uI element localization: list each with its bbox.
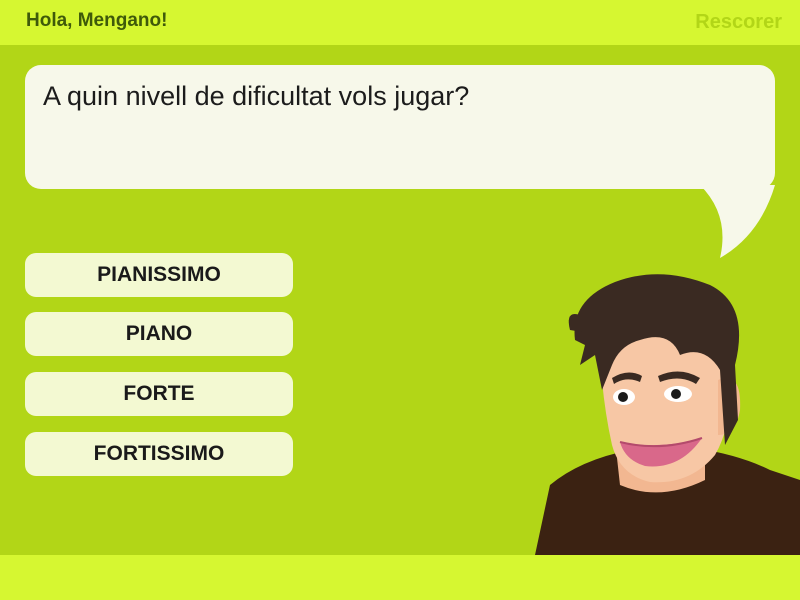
option-fortissimo-button[interactable]: FORTISSIMO [25,432,293,476]
option-pianissimo-button[interactable]: PIANISSIMO [25,253,293,297]
speech-bubble: A quin nivell de dificultat vols jugar? [25,65,775,189]
bottom-bar [0,555,800,600]
question-text: A quin nivell de dificultat vols jugar? [43,81,470,111]
option-forte-button[interactable]: FORTE [25,372,293,416]
host-character-avatar [535,274,800,555]
option-piano-button[interactable]: PIANO [25,312,293,356]
